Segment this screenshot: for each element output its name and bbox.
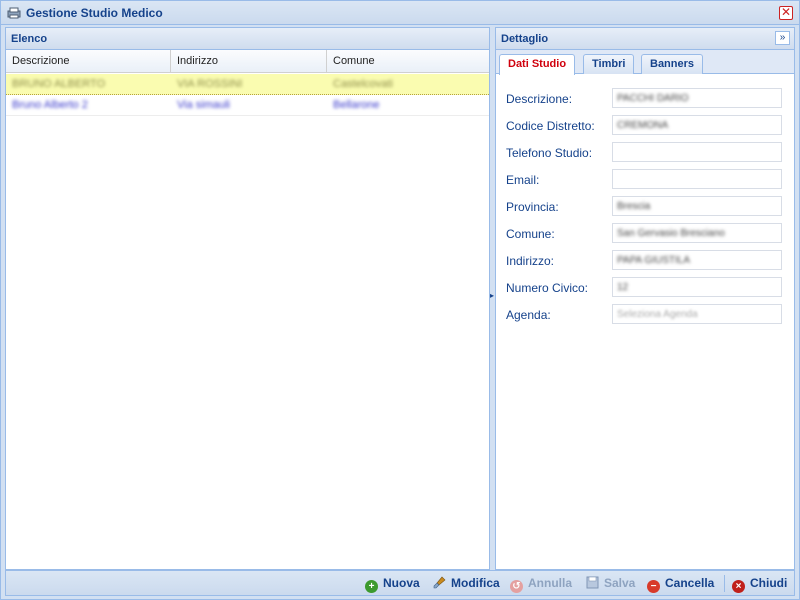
tab-banners[interactable]: Banners bbox=[641, 54, 704, 74]
label-numero-civico: Numero Civico: bbox=[506, 281, 589, 295]
dettaglio-panel-header: Dettaglio » bbox=[496, 28, 794, 50]
field-numero-civico: Numero Civico: 12 bbox=[496, 277, 794, 297]
input-indirizzo[interactable]: PAPA GIUSTILA bbox=[612, 250, 782, 270]
tab-timbri[interactable]: Timbri bbox=[583, 54, 635, 74]
table-row[interactable]: BRUNO ALBERTO VIA ROSSINI Castelcovati bbox=[6, 74, 489, 95]
field-agenda: Agenda: Seleziona Agenda bbox=[496, 304, 794, 324]
label-provincia: Provincia: bbox=[506, 200, 559, 214]
cell-indirizzo: VIA ROSSINI bbox=[177, 78, 243, 90]
title-bar: Gestione Studio Medico ✕ bbox=[1, 1, 799, 25]
app-icon bbox=[7, 7, 21, 19]
input-descrizione-value: PACCHI DARIO bbox=[617, 93, 689, 104]
field-telefono-studio: Telefono Studio: bbox=[496, 142, 794, 162]
field-descrizione: Descrizione: PACCHI DARIO bbox=[496, 88, 794, 108]
bottom-toolbar: + Nuova Modifica ↺ Annulla Salva − Cancella… bbox=[5, 570, 795, 596]
undo-icon: ↺ bbox=[510, 580, 523, 593]
field-provincia: Provincia: Brescia bbox=[496, 196, 794, 216]
input-numero-civico-value: 12 bbox=[617, 282, 629, 293]
nuova-button[interactable]: + Nuova bbox=[365, 576, 420, 593]
brush-icon bbox=[433, 576, 446, 589]
label-codice-distretto: Codice Distretto: bbox=[506, 119, 595, 133]
elenco-panel: Elenco Descrizione Indirizzo Comune BRUN… bbox=[5, 27, 490, 570]
cell-indirizzo: Via simauli bbox=[177, 99, 230, 111]
input-provincia-value: Brescia bbox=[617, 201, 651, 212]
field-comune: Comune: San Gervasio Bresciano bbox=[496, 223, 794, 243]
input-telefono-studio[interactable] bbox=[612, 142, 782, 162]
input-indirizzo-value: PAPA GIUSTILA bbox=[617, 255, 690, 266]
input-comune-value: San Gervasio Bresciano bbox=[617, 228, 725, 239]
modifica-button[interactable]: Modifica bbox=[433, 576, 500, 590]
elenco-panel-header: Elenco bbox=[6, 28, 489, 50]
annulla-button[interactable]: ↺ Annulla bbox=[510, 576, 572, 593]
input-descrizione[interactable]: PACCHI DARIO bbox=[612, 88, 782, 108]
column-header-comune[interactable]: Comune bbox=[327, 50, 490, 72]
cell-descrizione: BRUNO ALBERTO bbox=[12, 78, 106, 90]
close-circle-icon: × bbox=[732, 580, 745, 593]
cell-comune: Bellarone bbox=[333, 99, 380, 111]
column-header-indirizzo[interactable]: Indirizzo bbox=[171, 50, 327, 72]
input-comune[interactable]: San Gervasio Bresciano bbox=[612, 223, 782, 243]
grid-header: Descrizione Indirizzo Comune bbox=[6, 50, 489, 73]
input-numero-civico[interactable]: 12 bbox=[612, 277, 782, 297]
field-codice-distretto: Codice Distretto: CREMONA bbox=[496, 115, 794, 135]
cell-comune: Castelcovati bbox=[333, 78, 393, 90]
field-indirizzo: Indirizzo: PAPA GIUSTILA bbox=[496, 250, 794, 270]
label-email: Email: bbox=[506, 173, 540, 187]
grid-body: BRUNO ALBERTO VIA ROSSINI Castelcovati B… bbox=[6, 74, 489, 116]
label-indirizzo: Indirizzo: bbox=[506, 254, 555, 268]
label-comune: Comune: bbox=[506, 227, 555, 241]
dettaglio-panel-title: Dettaglio bbox=[501, 33, 549, 45]
chiudi-button-label: Chiudi bbox=[750, 576, 788, 590]
app-window: Gestione Studio Medico ✕ Elenco Descrizi… bbox=[0, 0, 800, 600]
window-title: Gestione Studio Medico bbox=[26, 6, 163, 20]
toolbar-separator bbox=[724, 575, 725, 592]
nuova-button-label: Nuova bbox=[383, 576, 420, 590]
elenco-panel-title: Elenco bbox=[11, 33, 48, 45]
tab-dati-studio[interactable]: Dati Studio bbox=[499, 54, 576, 75]
dettaglio-panel: Dettaglio » Dati Studio Timbri Banners D… bbox=[495, 27, 795, 570]
plus-circle-icon: + bbox=[365, 580, 378, 593]
salva-button-label: Salva bbox=[604, 576, 636, 590]
annulla-button-label: Annulla bbox=[528, 576, 572, 590]
salva-button[interactable]: Salva bbox=[586, 576, 635, 590]
modifica-button-label: Modifica bbox=[451, 576, 500, 590]
input-codice-distretto-value: CREMONA bbox=[617, 120, 669, 131]
select-agenda-value: Seleziona Agenda bbox=[617, 309, 698, 320]
save-icon bbox=[586, 576, 599, 589]
field-email: Email: bbox=[496, 169, 794, 189]
input-email[interactable] bbox=[612, 169, 782, 189]
select-agenda[interactable]: Seleziona Agenda bbox=[612, 304, 782, 324]
column-header-descrizione[interactable]: Descrizione bbox=[6, 50, 171, 72]
cancella-button[interactable]: − Cancella bbox=[647, 576, 714, 593]
close-window-icon[interactable]: ✕ bbox=[779, 6, 793, 20]
tab-strip: Dati Studio Timbri Banners bbox=[496, 50, 794, 75]
table-row[interactable]: Bruno Alberto 2 Via simauli Bellarone bbox=[6, 95, 489, 116]
label-agenda: Agenda: bbox=[506, 308, 551, 322]
label-descrizione: Descrizione: bbox=[506, 92, 573, 106]
cancella-button-label: Cancella bbox=[665, 576, 715, 590]
minus-circle-icon: − bbox=[647, 580, 660, 593]
cell-descrizione: Bruno Alberto 2 bbox=[12, 99, 88, 111]
label-telefono-studio: Telefono Studio: bbox=[506, 146, 593, 160]
input-codice-distretto[interactable]: CREMONA bbox=[612, 115, 782, 135]
splitter-arrow-icon[interactable]: ▸ bbox=[490, 291, 494, 303]
collapse-panel-icon[interactable]: » bbox=[775, 31, 790, 45]
chiudi-button[interactable]: × Chiudi bbox=[732, 576, 787, 593]
input-provincia[interactable]: Brescia bbox=[612, 196, 782, 216]
